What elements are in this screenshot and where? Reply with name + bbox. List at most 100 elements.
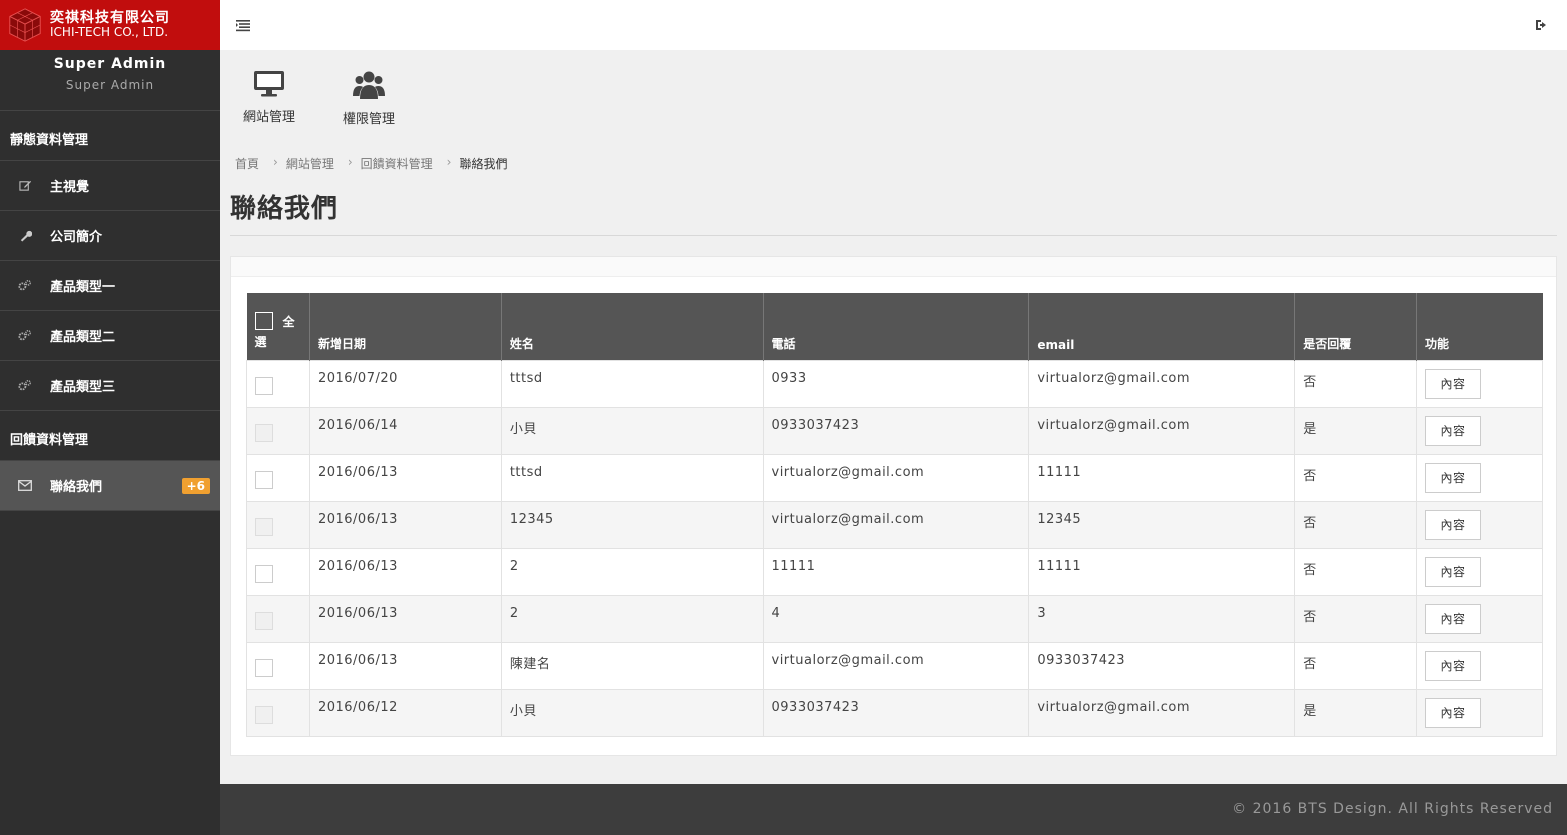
- row-checkbox[interactable]: [255, 658, 273, 677]
- copyright-text: © 2016 BTS Design. All Rights Reserved: [1232, 801, 1553, 817]
- cell-date: 2016/06/13: [308, 594, 502, 643]
- monitor-icon: [254, 71, 284, 97]
- sidebar-item-product-type-3[interactable]: 產品類型三: [0, 361, 220, 411]
- user-profile: Super Admin Super Admin: [0, 50, 220, 111]
- cell-replied: 否: [1294, 500, 1418, 549]
- view-content-button[interactable]: 內容: [1425, 462, 1482, 493]
- row-checkbox[interactable]: [255, 611, 273, 630]
- unread-count-badge: +6: [181, 478, 210, 494]
- view-content-button[interactable]: 內容: [1425, 697, 1482, 728]
- breadcrumb-website-management[interactable]: 網站管理: [286, 155, 334, 172]
- title-divider: [230, 235, 1557, 236]
- shortcut-permission-management[interactable]: 權限管理: [329, 70, 409, 127]
- cell-name: 2: [500, 594, 764, 643]
- sidebar-item-label: 產品類型三: [50, 380, 116, 395]
- cell-phone: 0933037423: [762, 406, 1030, 455]
- row-checkbox[interactable]: [255, 376, 273, 395]
- cube-logo-icon: [9, 8, 41, 42]
- sidebar-item-label: 聯絡我們: [50, 480, 103, 495]
- table-row: 2016/06/13 2 4 3 否 內容: [246, 594, 1543, 643]
- cell-name: 陳建名: [500, 641, 764, 690]
- brand-name-en: ICHI-TECH CO., LTD.: [50, 25, 169, 40]
- header-email[interactable]: email: [1028, 293, 1296, 360]
- row-checkbox[interactable]: [255, 470, 273, 489]
- header-actions: 功能: [1416, 293, 1543, 360]
- view-content-button[interactable]: 內容: [1425, 556, 1482, 587]
- header-phone[interactable]: 電話: [763, 293, 1030, 360]
- header-date[interactable]: 新增日期: [309, 293, 502, 360]
- view-content-button[interactable]: 內容: [1425, 368, 1482, 399]
- breadcrumb-home[interactable]: 首頁: [235, 155, 259, 172]
- breadcrumb-separator-icon: ›: [347, 155, 353, 169]
- table-row: 2016/06/14 小貝 0933037423 virtualorz@gmai…: [246, 406, 1543, 455]
- sidebar: 奕祺科技有限公司 ICHI-TECH CO., LTD. Super Admin…: [0, 0, 220, 835]
- cell-name: 2: [500, 547, 764, 596]
- cell-email: 3: [1028, 594, 1296, 643]
- cell-date: 2016/07/20: [308, 359, 502, 408]
- cell-phone: virtualorz@gmail.com: [762, 500, 1030, 549]
- cell-replied: 否: [1294, 547, 1418, 596]
- cell-date: 2016/06/13: [308, 547, 502, 596]
- cell-name: 12345: [500, 500, 764, 549]
- cell-name: 小貝: [500, 406, 764, 455]
- cell-replied: 否: [1294, 641, 1418, 690]
- cell-phone: 0933037423: [762, 688, 1030, 737]
- row-checkbox[interactable]: [255, 705, 273, 724]
- contact-table: 全選 新增日期 姓名 電話 email 是否回覆 功能 2016/07/20 t…: [246, 293, 1543, 737]
- breadcrumb-feedback-management[interactable]: 回饋資料管理: [361, 155, 433, 172]
- sidebar-section-feedback: 回饋資料管理: [0, 411, 220, 461]
- sidebar-item-company-intro[interactable]: 公司簡介: [0, 211, 220, 261]
- cell-phone: 11111: [762, 547, 1030, 596]
- cell-email: 12345: [1028, 500, 1296, 549]
- sidebar-item-product-type-1[interactable]: 產品類型一: [0, 261, 220, 311]
- table-row: 2016/06/13 tttsd virtualorz@gmail.com 11…: [246, 453, 1543, 502]
- view-content-button[interactable]: 內容: [1425, 509, 1482, 540]
- content-panel: 全選 新增日期 姓名 電話 email 是否回覆 功能 2016/07/20 t…: [230, 256, 1557, 756]
- view-content-button[interactable]: 內容: [1425, 650, 1482, 681]
- gears-icon: [18, 279, 32, 293]
- view-content-button[interactable]: 內容: [1425, 603, 1482, 634]
- cell-email: virtualorz@gmail.com: [1028, 688, 1296, 737]
- sidebar-section-static: 靜態資料管理: [0, 111, 220, 161]
- breadcrumb-separator-icon: ›: [273, 155, 278, 169]
- brand-logo[interactable]: 奕祺科技有限公司 ICHI-TECH CO., LTD.: [0, 0, 220, 50]
- panel-header: [231, 257, 1556, 277]
- logout-icon[interactable]: [1535, 18, 1549, 32]
- menu-toggle-icon[interactable]: [236, 18, 250, 32]
- footer: © 2016 BTS Design. All Rights Reserved: [220, 784, 1567, 835]
- select-all-checkbox[interactable]: [254, 311, 273, 330]
- select-all-header: 全選: [246, 293, 310, 360]
- sidebar-item-label: 公司簡介: [50, 230, 103, 245]
- users-icon: [353, 71, 385, 99]
- sidebar-item-label: 主視覺: [50, 180, 90, 195]
- sidebar-item-label: 產品類型一: [50, 280, 116, 295]
- row-checkbox[interactable]: [255, 564, 273, 583]
- table-row: 2016/07/20 tttsd 0933 virtualorz@gmail.c…: [246, 359, 1543, 408]
- cell-email: 11111: [1028, 547, 1296, 596]
- sidebar-item-main-visual[interactable]: 主視覺: [0, 161, 220, 211]
- breadcrumb: 首頁 › 網站管理 › 回饋資料管理 › 聯絡我們: [235, 155, 514, 172]
- cell-email: 0933037423: [1028, 641, 1296, 690]
- wrench-icon: [18, 229, 32, 243]
- cell-name: tttsd: [500, 359, 764, 408]
- sidebar-item-contact-us[interactable]: 聯絡我們 +6: [0, 461, 220, 511]
- envelope-icon: [18, 479, 32, 493]
- cell-replied: 否: [1294, 594, 1418, 643]
- cell-phone: virtualorz@gmail.com: [762, 641, 1030, 690]
- cell-email: 11111: [1028, 453, 1296, 502]
- shortcut-website-management[interactable]: 網站管理: [229, 70, 309, 125]
- edit-icon: [18, 179, 32, 193]
- profile-name: Super Admin: [53, 56, 167, 72]
- header-name[interactable]: 姓名: [501, 293, 764, 360]
- cell-date: 2016/06/13: [308, 500, 502, 549]
- sidebar-item-product-type-2[interactable]: 產品類型二: [0, 311, 220, 361]
- cell-name: 小貝: [500, 688, 764, 737]
- table-header-row: 全選 新增日期 姓名 電話 email 是否回覆 功能: [246, 293, 1543, 360]
- cell-name: tttsd: [500, 453, 764, 502]
- row-checkbox[interactable]: [255, 517, 273, 536]
- table-row: 2016/06/13 2 11111 11111 否 內容: [246, 547, 1543, 596]
- row-checkbox[interactable]: [255, 423, 273, 442]
- view-content-button[interactable]: 內容: [1425, 415, 1482, 446]
- header-replied[interactable]: 是否回覆: [1294, 293, 1418, 360]
- sidebar-item-label: 產品類型二: [50, 330, 116, 345]
